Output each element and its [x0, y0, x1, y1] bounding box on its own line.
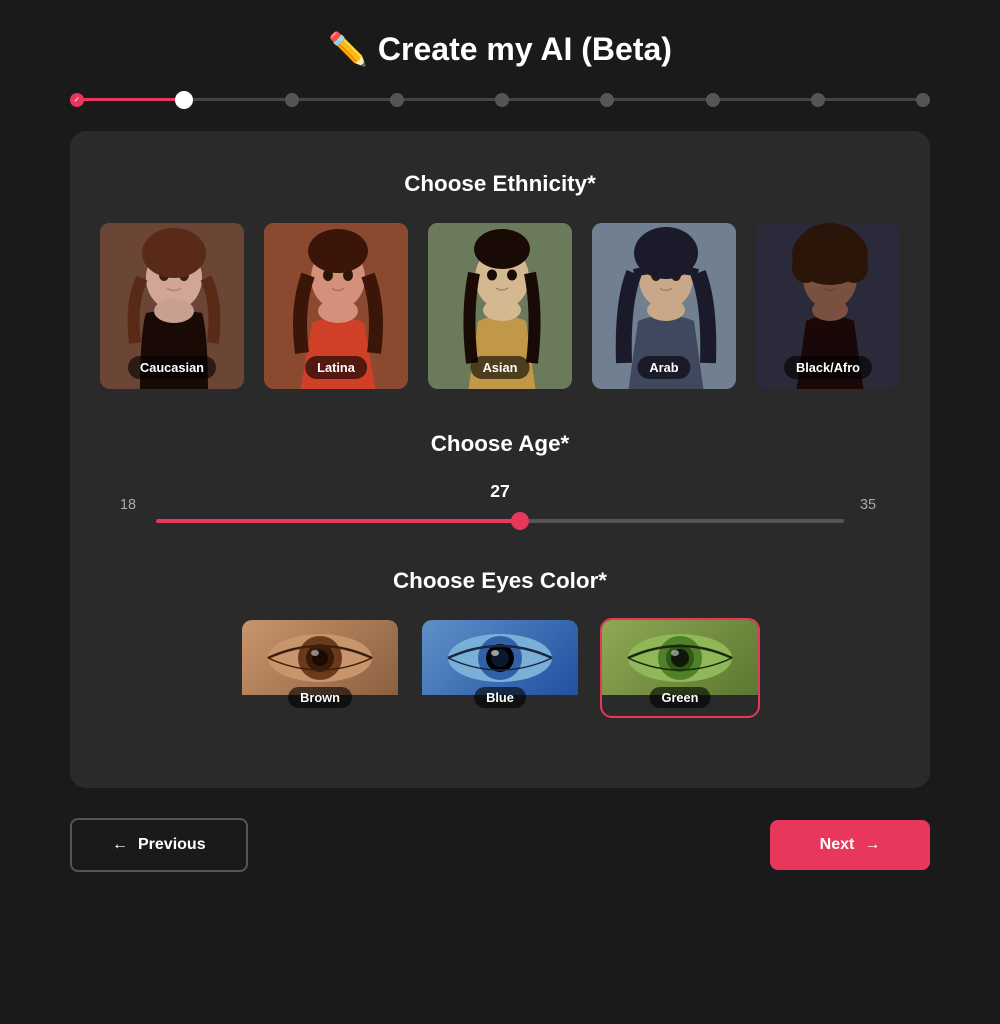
step-1-dot: ✓ [70, 93, 84, 107]
ethnicity-card-caucasian[interactable]: Caucasian [98, 221, 246, 391]
ethnicity-grid: Caucasian [110, 221, 890, 391]
blackafro-label: Black/Afro [784, 356, 872, 379]
blue-eye-svg [440, 628, 560, 688]
ethnicity-card-asian[interactable]: Asian [426, 221, 574, 391]
step-8-dot [811, 93, 825, 107]
step-7-dot [706, 93, 720, 107]
latina-label: Latina [305, 356, 367, 379]
step-5-dot [495, 93, 509, 107]
ethnicity-card-blackafro[interactable]: Black/Afro [754, 221, 902, 391]
slider-container: 18 27 35 [110, 481, 890, 528]
blue-eye-image [422, 620, 578, 695]
next-button[interactable]: Next → [770, 820, 930, 870]
previous-button[interactable]: ← Previous [70, 818, 248, 872]
arrow-left-icon: ← [112, 836, 128, 854]
page-title: ✏️ Create my AI (Beta) [328, 30, 672, 68]
eye-card-green[interactable]: Green [600, 618, 760, 718]
buttons-row: ← Previous Next → [70, 818, 930, 872]
eye-card-brown[interactable]: Brown [240, 618, 400, 718]
age-current-value: 27 [156, 481, 844, 502]
eye-card-blue[interactable]: Blue [420, 618, 580, 718]
edit-icon: ✏️ [328, 30, 368, 68]
eyes-grid: Brown Blue [110, 618, 890, 718]
step-dots: ✓ [70, 91, 930, 109]
step-9-dot [916, 93, 930, 107]
blue-eye-label: Blue [474, 687, 526, 708]
green-eye-image [602, 620, 758, 695]
arrow-right-icon: → [864, 836, 880, 854]
ethnicity-title: Choose Ethnicity* [110, 171, 890, 197]
age-slider[interactable] [156, 519, 844, 523]
step-4-dot [390, 93, 404, 107]
ethnicity-card-latina[interactable]: Latina [262, 221, 410, 391]
age-title: Choose Age* [110, 431, 890, 457]
green-eye-label: Green [650, 687, 711, 708]
progress-bar: ✓ [70, 98, 930, 101]
asian-label: Asian [471, 356, 530, 379]
step-3-dot [285, 93, 299, 107]
step-2-dot [175, 91, 193, 109]
ethnicity-section: Choose Ethnicity* [110, 171, 890, 391]
brown-eye-label: Brown [288, 687, 352, 708]
progress-track: ✓ [70, 98, 930, 101]
eyes-section: Choose Eyes Color* Brown [110, 568, 890, 718]
green-eye-svg [620, 628, 740, 688]
slider-wrapper: 27 [156, 481, 844, 528]
step-6-dot [600, 93, 614, 107]
caucasian-label: Caucasian [128, 356, 216, 379]
age-section: Choose Age* 18 27 35 [110, 431, 890, 528]
main-card: Choose Ethnicity* [70, 131, 930, 788]
brown-eye-image [242, 620, 398, 695]
age-max: 35 [860, 497, 880, 513]
age-min: 18 [120, 497, 140, 513]
brown-eye-svg [260, 628, 380, 688]
ethnicity-card-arab[interactable]: Arab [590, 221, 738, 391]
arab-label: Arab [637, 356, 690, 379]
eyes-title: Choose Eyes Color* [110, 568, 890, 594]
